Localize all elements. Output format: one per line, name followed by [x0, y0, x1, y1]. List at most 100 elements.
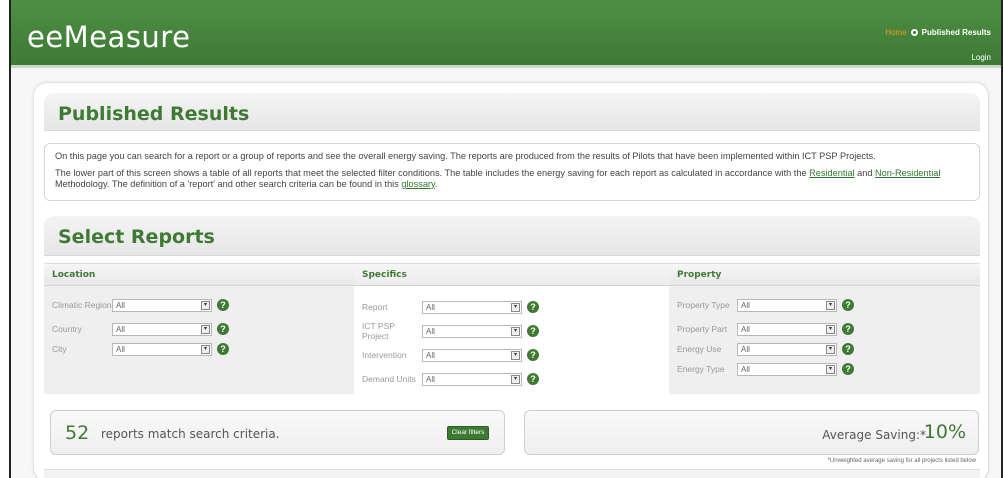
filter-row-climatic-region: Climatic Region All ▾ ?: [52, 292, 346, 318]
filter-row-country: Country All ▾ ?: [52, 320, 346, 338]
select-value: All: [426, 350, 435, 360]
filter-row-property-type: Property Type All ▾ ?: [677, 292, 972, 318]
dropdown-arrow-icon[interactable]: ▾: [511, 374, 520, 384]
nav-separator-icon: [910, 29, 918, 36]
select-value: All: [116, 344, 125, 354]
filter-label: Energy Type: [677, 364, 725, 374]
filter-row-report: Report All ▾ ?: [362, 298, 661, 316]
select-value: All: [426, 326, 435, 336]
filter-label: Climatic Region: [52, 300, 112, 310]
average-saving-label: Average Saving:*: [822, 428, 926, 442]
city-select[interactable]: All ▾: [112, 342, 212, 356]
energy-use-select[interactable]: All ▾: [737, 342, 837, 356]
question-icon[interactable]: ?: [527, 349, 539, 361]
energy-type-select[interactable]: All ▾: [737, 362, 837, 376]
filter-panel: Location Climatic Region All ▾ ? Country …: [44, 263, 980, 395]
question-icon[interactable]: ?: [217, 323, 229, 335]
filter-label: Country: [52, 324, 82, 334]
result-count-box: 52 reports match search criteria. Clear …: [50, 410, 505, 455]
filter-row-energy-use: Energy Use All ▾ ?: [677, 340, 972, 358]
specifics-column: Specifics Report All ▾ ? ICT PSP Project …: [354, 264, 669, 395]
filter-label: Intervention: [362, 350, 407, 360]
page-title: Published Results: [58, 103, 250, 125]
question-icon[interactable]: ?: [842, 323, 854, 335]
dropdown-arrow-icon[interactable]: ▾: [826, 300, 835, 310]
dropdown-arrow-icon[interactable]: ▾: [511, 302, 520, 312]
non-residential-link[interactable]: Non-Residential: [875, 168, 940, 178]
intro-text: Methodology. The definition of a 'report…: [55, 179, 402, 189]
select-value: All: [741, 344, 750, 354]
dropdown-arrow-icon[interactable]: ▾: [511, 350, 520, 360]
intervention-select[interactable]: All ▾: [422, 348, 522, 362]
ict-psp-project-select[interactable]: All ▾: [422, 324, 522, 338]
intro-box: On this page you can search for a report…: [44, 143, 980, 201]
average-saving-note: *Unweighted average saving for all proje…: [827, 458, 976, 464]
result-count-label: reports match search criteria.: [101, 427, 280, 441]
filter-row-energy-type: Energy Type All ▾ ?: [677, 360, 972, 378]
country-select[interactable]: All ▾: [112, 322, 212, 336]
average-saving-box: Average Saving:* 10%: [524, 410, 979, 455]
filter-label: Property Part: [677, 324, 728, 334]
intro-text: .: [434, 179, 438, 189]
filter-row-city: City All ▾ ?: [52, 340, 346, 358]
dropdown-arrow-icon[interactable]: ▾: [201, 324, 210, 334]
question-icon[interactable]: ?: [527, 301, 539, 313]
demand-units-select[interactable]: All ▾: [422, 372, 522, 386]
question-icon[interactable]: ?: [842, 363, 854, 375]
climatic-region-select[interactable]: All ▾: [112, 298, 212, 312]
filter-label: ICT PSP Project: [362, 321, 395, 341]
filter-row-ict-psp-project: ICT PSP Project All ▾ ?: [362, 318, 661, 344]
property-type-select[interactable]: All ▾: [737, 298, 837, 312]
dropdown-arrow-icon[interactable]: ▾: [826, 364, 835, 374]
location-column: Location Climatic Region All ▾ ? Country …: [44, 264, 354, 395]
filter-label: Energy Use: [677, 344, 722, 354]
select-value: All: [116, 300, 125, 310]
dropdown-arrow-icon[interactable]: ▾: [511, 326, 520, 336]
filter-row-demand-units: Demand Units All ▾ ?: [362, 366, 661, 392]
intro-text: The lower part of this screen shows a ta…: [55, 168, 810, 178]
results-table-top: [44, 469, 980, 478]
filter-label: City: [52, 344, 67, 354]
select-value: All: [741, 300, 750, 310]
dropdown-arrow-icon[interactable]: ▾: [201, 300, 210, 310]
select-value: All: [116, 324, 125, 334]
select-value: All: [741, 324, 750, 334]
section-title: Select Reports: [58, 226, 215, 248]
question-icon[interactable]: ?: [527, 325, 539, 337]
breadcrumb: Home Published Results: [885, 28, 991, 37]
site-header: eeMeasure Home Published Results Login: [11, 0, 1001, 68]
nav-current-page[interactable]: Published Results: [922, 28, 991, 37]
result-count: 52: [65, 422, 90, 444]
residential-link[interactable]: Residential: [809, 168, 854, 178]
dropdown-arrow-icon[interactable]: ▾: [826, 324, 835, 334]
question-icon[interactable]: ?: [217, 343, 229, 355]
specifics-heading: Specifics: [354, 264, 669, 286]
intro-text: and: [854, 168, 876, 178]
dropdown-arrow-icon[interactable]: ▾: [826, 344, 835, 354]
filter-label: Demand Units: [362, 374, 416, 384]
login-link[interactable]: Login: [971, 53, 991, 62]
dropdown-arrow-icon[interactable]: ▾: [201, 344, 210, 354]
filter-label: Report: [362, 302, 388, 312]
nav-home-link[interactable]: Home: [885, 28, 906, 37]
browser-frame: eeMeasure Home Published Results Login P…: [9, 0, 1003, 478]
select-value: All: [426, 374, 435, 384]
glossary-link[interactable]: glossary: [401, 179, 435, 189]
select-value: All: [741, 364, 750, 374]
intro-paragraph-2: The lower part of this screen shows a ta…: [55, 168, 969, 190]
filter-row-property-part: Property Part All ▾ ?: [677, 320, 972, 338]
filter-label: Property Type: [677, 300, 730, 310]
question-icon[interactable]: ?: [842, 299, 854, 311]
question-icon[interactable]: ?: [217, 299, 229, 311]
select-value: All: [426, 302, 435, 312]
property-column: Property Property Type All ▾ ? Property P…: [669, 264, 980, 395]
clear-filters-button[interactable]: Clear filters: [447, 426, 489, 440]
question-icon[interactable]: ?: [842, 343, 854, 355]
property-part-select[interactable]: All ▾: [737, 322, 837, 336]
published-results-header: Published Results: [44, 93, 980, 131]
report-select[interactable]: All ▾: [422, 300, 522, 314]
site-logo[interactable]: eeMeasure: [27, 20, 190, 54]
select-reports-header: Select Reports: [44, 216, 980, 256]
question-icon[interactable]: ?: [527, 373, 539, 385]
property-heading: Property: [669, 264, 980, 286]
